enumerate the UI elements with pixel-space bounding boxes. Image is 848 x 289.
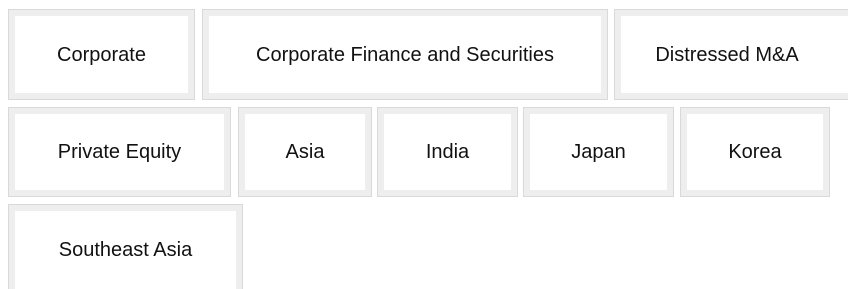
tag-korea[interactable]: Korea xyxy=(680,107,830,197)
tag-label: Private Equity xyxy=(57,141,182,163)
tag-private-equity[interactable]: Private Equity xyxy=(8,107,231,197)
tag-label: Korea xyxy=(728,141,782,163)
tag-label: India xyxy=(425,141,470,163)
tag-southeast-asia[interactable]: Southeast Asia xyxy=(8,204,243,289)
tag-corporate-finance-and-securities[interactable]: Corporate Finance and Securities xyxy=(202,9,608,100)
tag-japan[interactable]: Japan xyxy=(523,107,674,197)
tag-label: Japan xyxy=(571,141,626,163)
tag-corporate[interactable]: Corporate xyxy=(8,9,195,100)
tag-distressed-m-and-a[interactable]: Distressed M&A xyxy=(614,9,848,100)
tag-label: Distressed M&A xyxy=(655,43,799,66)
practice-tag-list: Corporate Corporate Finance and Securiti… xyxy=(0,0,848,289)
tag-label: Asia xyxy=(285,141,325,163)
tag-label: Southeast Asia xyxy=(58,239,193,261)
tag-asia[interactable]: Asia xyxy=(238,107,372,197)
tag-label: Corporate Finance and Securities xyxy=(256,43,554,66)
tag-india[interactable]: India xyxy=(377,107,518,197)
tag-label: Corporate xyxy=(57,43,146,66)
